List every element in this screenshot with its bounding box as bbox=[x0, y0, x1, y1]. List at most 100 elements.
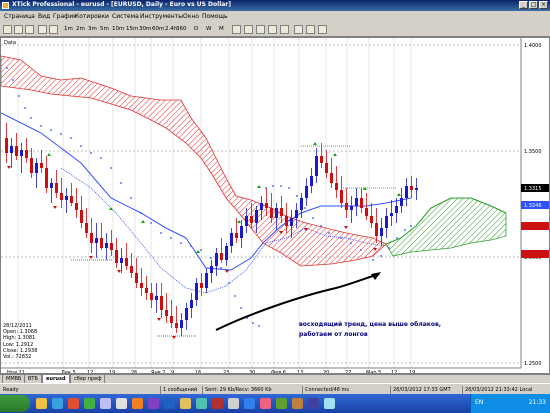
candle-body bbox=[360, 198, 363, 208]
explorer-icon[interactable] bbox=[36, 398, 47, 409]
app-icon-dark[interactable] bbox=[164, 398, 175, 409]
app-icon-teal[interactable] bbox=[196, 398, 207, 409]
menu-item-chart[interactable]: График bbox=[53, 13, 77, 20]
chart-area[interactable]: 1.40001.35001.30001.25001.33151.3246Ноя … bbox=[0, 37, 550, 374]
line-icon[interactable] bbox=[232, 25, 241, 34]
app-icon-yellow[interactable] bbox=[180, 398, 191, 409]
annotation-line-1: восходящий тренд, цена выше облаков, bbox=[299, 321, 442, 328]
tf-1m[interactable]: 1m bbox=[63, 25, 74, 34]
status-ready: Ready bbox=[3, 387, 19, 393]
sar-dot bbox=[100, 157, 102, 159]
browser-icon[interactable] bbox=[52, 398, 63, 409]
candle-body bbox=[115, 250, 118, 263]
app-icon-pink[interactable] bbox=[260, 398, 271, 409]
fractal-up bbox=[363, 187, 367, 190]
candle-body bbox=[105, 243, 108, 248]
sar-dot bbox=[328, 232, 330, 234]
price-chart[interactable]: 1.40001.35001.30001.25001.33151.3246Ноя … bbox=[1, 38, 549, 373]
candle-body bbox=[415, 188, 418, 190]
status-local-time: 28/03/2012 21:33:42 Local bbox=[462, 386, 532, 394]
price-label-1: 1.3500 bbox=[524, 149, 542, 155]
trend-arrow-head bbox=[371, 272, 381, 280]
sar-dot bbox=[50, 129, 52, 131]
sar-dot bbox=[12, 79, 14, 81]
tf-2m[interactable]: 2m bbox=[75, 25, 86, 34]
app-icon-blue[interactable] bbox=[100, 398, 111, 409]
app-icon-purple[interactable] bbox=[148, 398, 159, 409]
tf-3m[interactable]: 3m bbox=[87, 25, 98, 34]
date-label-10: Фев 6 bbox=[271, 370, 286, 373]
template-icon[interactable] bbox=[306, 25, 315, 34]
app-icon-green[interactable] bbox=[84, 398, 95, 409]
candle-body bbox=[265, 203, 268, 208]
sar-dot bbox=[388, 247, 390, 249]
language-indicator[interactable]: EN bbox=[475, 399, 483, 406]
start-button[interactable] bbox=[0, 395, 30, 412]
candle-body bbox=[200, 283, 203, 288]
fractal-down bbox=[157, 318, 161, 321]
tf-360[interactable]: 360 bbox=[175, 25, 188, 34]
date-label-15: 12 bbox=[391, 370, 397, 373]
open-icon[interactable] bbox=[14, 25, 23, 34]
app-icon-orange[interactable] bbox=[132, 398, 143, 409]
candle-body bbox=[30, 158, 33, 173]
tf-5m[interactable]: 5m bbox=[99, 25, 110, 34]
candle-body bbox=[215, 253, 218, 266]
candle-body bbox=[170, 316, 173, 323]
crosshair-icon[interactable] bbox=[38, 25, 47, 34]
status-messages[interactable]: 1 сообщений bbox=[160, 386, 197, 394]
candle-icon[interactable] bbox=[256, 25, 265, 34]
close-button[interactable]: × bbox=[539, 1, 548, 9]
zoom-in-icon[interactable] bbox=[268, 25, 277, 34]
bar-icon[interactable] bbox=[244, 25, 253, 34]
app-icon-grey[interactable] bbox=[116, 398, 127, 409]
app-icon-maroon[interactable] bbox=[212, 398, 223, 409]
candle-body bbox=[400, 198, 403, 206]
menu-item-help[interactable]: Помощь bbox=[202, 13, 228, 20]
kijun-price-label: 1.3246 bbox=[524, 203, 542, 209]
candle-body bbox=[5, 138, 8, 153]
app-icon-red[interactable] bbox=[68, 398, 79, 409]
menu-item-tools[interactable]: Инструменты bbox=[140, 13, 183, 20]
cursor-icon[interactable] bbox=[49, 25, 58, 34]
tf-daily[interactable]: D bbox=[193, 25, 199, 34]
sar-dot bbox=[340, 237, 342, 239]
candle-body bbox=[365, 208, 368, 216]
date-label-5: Янв 2 bbox=[151, 370, 165, 373]
app-icon-sky[interactable] bbox=[324, 398, 335, 409]
indicator-icon[interactable] bbox=[294, 25, 303, 34]
maximize-button[interactable]: □ bbox=[529, 1, 538, 9]
candle-body bbox=[255, 210, 258, 223]
menu-item-system[interactable]: Система bbox=[112, 13, 139, 20]
tf-10m[interactable]: 10m bbox=[111, 25, 125, 34]
menu-item-quotes[interactable]: Котировки bbox=[75, 13, 109, 20]
candle-body bbox=[75, 203, 78, 210]
candle-body bbox=[80, 210, 83, 223]
candle-body bbox=[205, 273, 208, 288]
menu-item-window[interactable]: Окно bbox=[183, 13, 199, 20]
new-icon[interactable] bbox=[3, 25, 12, 34]
minimize-button[interactable]: _ bbox=[519, 1, 528, 9]
app-icon-olive[interactable] bbox=[276, 398, 287, 409]
candle-body bbox=[190, 300, 193, 308]
save-icon[interactable] bbox=[25, 25, 34, 34]
candle-body bbox=[195, 283, 198, 300]
menu-item-view[interactable]: Вид bbox=[38, 13, 50, 20]
app-icon-brown[interactable] bbox=[292, 398, 303, 409]
candle-body bbox=[90, 233, 93, 243]
cloud-bottom-marker bbox=[521, 250, 549, 258]
sar-dot bbox=[360, 249, 362, 251]
properties-icon[interactable] bbox=[318, 25, 327, 34]
candle-body bbox=[330, 173, 333, 183]
candle-body bbox=[10, 146, 13, 153]
menu-item-page[interactable]: Страница bbox=[4, 13, 35, 20]
candle-body bbox=[270, 208, 273, 218]
candle-body bbox=[180, 320, 183, 328]
tf-weekly[interactable]: W bbox=[205, 25, 212, 34]
sar-dot bbox=[228, 282, 230, 284]
zoom-out-icon[interactable] bbox=[280, 25, 289, 34]
app-icon-azure[interactable] bbox=[244, 398, 255, 409]
app-icon-navy[interactable] bbox=[308, 398, 319, 409]
tf-monthly[interactable]: M bbox=[218, 25, 225, 34]
app-icon-light[interactable] bbox=[228, 398, 239, 409]
